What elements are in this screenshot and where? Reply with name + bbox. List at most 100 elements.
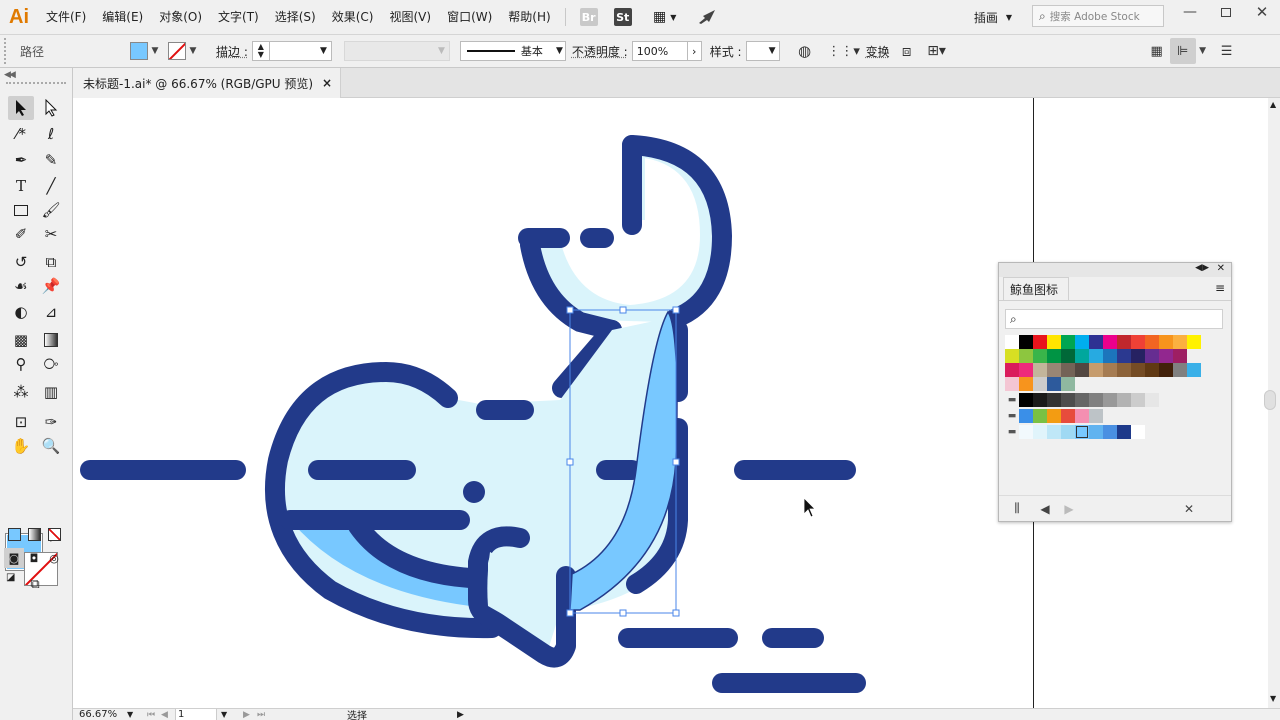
- previous-artboard-icon[interactable]: ◀: [161, 710, 175, 720]
- swatch-libraries-button[interactable]: ⫼: [1005, 498, 1029, 520]
- opacity-field[interactable]: 100%: [631, 41, 688, 61]
- graphic-style-picker[interactable]: ▼: [745, 41, 780, 61]
- swatch[interactable]: [1103, 349, 1117, 363]
- swatch[interactable]: [1047, 377, 1061, 391]
- vertical-scrollbar-thumb[interactable]: [1264, 390, 1276, 410]
- curvature-tool[interactable]: ✎: [38, 148, 64, 172]
- screen-mode-button[interactable]: ⧉: [22, 572, 48, 596]
- swatch[interactable]: [1061, 393, 1075, 407]
- none-mode-button[interactable]: [44, 524, 64, 544]
- swatch[interactable]: [1033, 409, 1047, 423]
- swatch[interactable]: [1019, 393, 1033, 407]
- rectangle-tool[interactable]: [8, 198, 34, 222]
- swatch-group-folder-icon[interactable]: ▬: [1005, 409, 1019, 423]
- menu-edit[interactable]: 编辑(E): [94, 0, 151, 34]
- minimize-button[interactable]: —: [1172, 0, 1208, 24]
- swatch[interactable]: [1131, 393, 1145, 407]
- swatch[interactable]: [1061, 335, 1075, 349]
- blend-tool[interactable]: ⧂: [38, 352, 64, 376]
- swatch[interactable]: [1117, 425, 1131, 439]
- stroke-swatch[interactable]: [168, 42, 186, 60]
- collapse-toolbox-icon[interactable]: ◀◀: [4, 70, 16, 80]
- swatch[interactable]: [1019, 425, 1033, 439]
- swatch[interactable]: [1075, 363, 1089, 377]
- control-bar-menu-button[interactable]: ☰: [1214, 38, 1240, 64]
- bridge-button[interactable]: Br: [578, 6, 600, 28]
- swatch[interactable]: [1033, 335, 1047, 349]
- swatch[interactable]: [1061, 363, 1075, 377]
- artboard-tool[interactable]: ⊡: [8, 410, 34, 434]
- swatch[interactable]: [1019, 335, 1033, 349]
- brush-definition[interactable]: 基本 ▼: [459, 41, 566, 61]
- swatch[interactable]: [1047, 409, 1061, 423]
- mesh-tool[interactable]: ▩: [8, 328, 34, 352]
- control-bar-grip[interactable]: [4, 38, 12, 64]
- swatch[interactable]: [1075, 425, 1089, 439]
- scissors-tool[interactable]: ✂: [38, 222, 64, 246]
- swatch[interactable]: [1131, 335, 1145, 349]
- swatch[interactable]: [1103, 363, 1117, 377]
- variable-width-profile[interactable]: ▼: [343, 41, 450, 61]
- swatch[interactable]: [1005, 349, 1019, 363]
- zoom-tool[interactable]: 🔍: [38, 434, 64, 458]
- menu-select[interactable]: 选择(S): [267, 0, 324, 34]
- fill-swatch[interactable]: [130, 42, 148, 60]
- column-graph-tool[interactable]: ▥: [38, 380, 64, 404]
- warp-tool[interactable]: ☙: [8, 274, 34, 298]
- menu-type[interactable]: 文字(T): [210, 0, 267, 34]
- swatch[interactable]: [1019, 349, 1033, 363]
- color-mode-button[interactable]: [4, 524, 24, 544]
- next-artboard-icon[interactable]: ▶: [243, 710, 257, 720]
- swatch[interactable]: [1131, 425, 1145, 439]
- next-library-button[interactable]: ▶: [1057, 498, 1081, 520]
- document-tab[interactable]: 未标题-1.ai* @ 66.67% (RGB/GPU 预览) ×: [73, 68, 341, 98]
- previous-library-button[interactable]: ◀: [1033, 498, 1057, 520]
- swatch[interactable]: [1033, 363, 1047, 377]
- swatch[interactable]: [1173, 335, 1187, 349]
- close-window-button[interactable]: ✕: [1244, 0, 1280, 24]
- whale-eye[interactable]: [463, 481, 485, 503]
- swatch[interactable]: [1033, 425, 1047, 439]
- swatch[interactable]: [1019, 363, 1033, 377]
- swatch[interactable]: [1145, 393, 1159, 407]
- magic-wand-tool[interactable]: ⁄*: [8, 122, 34, 146]
- puppet-warp-button[interactable]: ⊞▾: [920, 38, 954, 64]
- swatch[interactable]: [1075, 393, 1089, 407]
- swatch-search-field[interactable]: ⌕: [1005, 309, 1223, 329]
- first-artboard-icon[interactable]: ⏮: [147, 710, 161, 720]
- swatch[interactable]: [1061, 409, 1075, 423]
- swatch-group-folder-icon[interactable]: ▬: [1005, 393, 1019, 407]
- swatch[interactable]: [1103, 335, 1117, 349]
- menu-file[interactable]: 文件(F): [38, 0, 94, 34]
- rotate-tool[interactable]: ↺: [8, 250, 34, 274]
- chevron-down-icon[interactable]: ▼: [1196, 41, 1210, 61]
- swatch[interactable]: [1019, 377, 1033, 391]
- swatch[interactable]: [1159, 349, 1173, 363]
- status-menu-icon[interactable]: ▶: [457, 710, 477, 720]
- swatch[interactable]: [1005, 377, 1019, 391]
- line-tool[interactable]: ╱: [38, 174, 64, 198]
- close-panel-icon[interactable]: ✕: [1217, 263, 1225, 274]
- draw-behind-button[interactable]: ◘: [24, 548, 44, 568]
- maximize-button[interactable]: [1208, 0, 1244, 24]
- swatch[interactable]: [1061, 377, 1075, 391]
- slice-tool[interactable]: ✑: [38, 410, 64, 434]
- swatch[interactable]: [1145, 335, 1159, 349]
- shape-builder-tool[interactable]: ◐: [8, 300, 34, 324]
- swatch[interactable]: [1033, 393, 1047, 407]
- default-colors-icon[interactable]: ◪: [6, 572, 15, 583]
- swatch[interactable]: [1145, 363, 1159, 377]
- gradient-mode-button[interactable]: [24, 524, 44, 544]
- toolbox-grip[interactable]: [6, 82, 66, 86]
- chevron-down-icon[interactable]: ▼: [148, 41, 162, 61]
- swatch[interactable]: [1061, 425, 1075, 439]
- align-options-button[interactable]: ⋮⋮▾: [827, 38, 860, 64]
- zoom-level[interactable]: 66.67%: [79, 709, 127, 720]
- scale-tool[interactable]: ⧉: [38, 250, 64, 274]
- swatch[interactable]: [1019, 409, 1033, 423]
- swatch[interactable]: [1159, 363, 1173, 377]
- symbol-sprayer-tool[interactable]: ⁂: [8, 380, 34, 404]
- scroll-down-icon[interactable]: ▼: [1270, 694, 1276, 703]
- chevron-down-icon[interactable]: ▼: [186, 41, 200, 61]
- swatch[interactable]: [1047, 425, 1061, 439]
